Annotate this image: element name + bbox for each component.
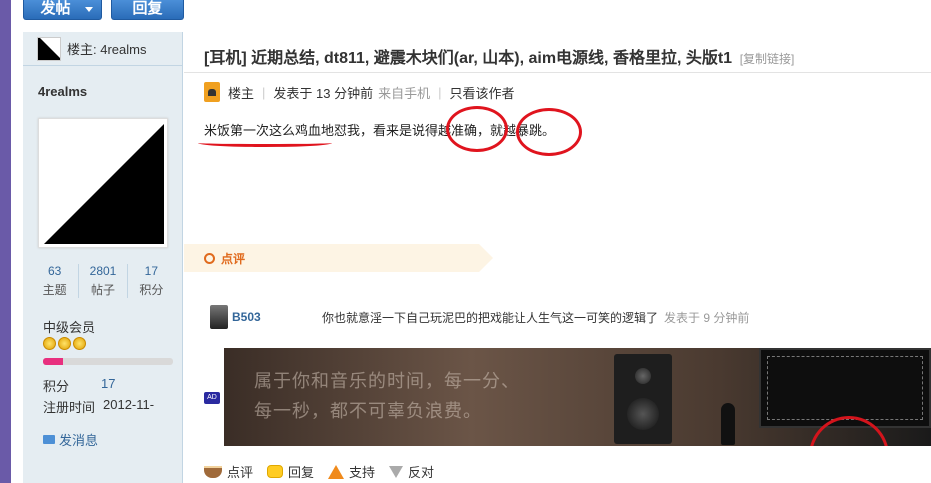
support-action-label: 支持 — [349, 465, 376, 480]
oppose-action[interactable]: 反对 — [389, 462, 434, 481]
op-tag: 楼主 — [228, 85, 255, 101]
op-label: 楼主: 4realms — [67, 42, 147, 57]
points-label: 积分 — [43, 379, 70, 394]
post-source: 来自手机 — [378, 85, 431, 101]
author-sidebar: 楼主: 4realms 4realms 63 主题 2801 帖子 17 积分 … — [23, 32, 183, 483]
star-icon — [58, 337, 71, 350]
post-meta: 楼主 | 发表于 13 分钟前 来自手机 | 只看该作者 — [204, 82, 515, 102]
comment-text: 你也就意淫一下自己玩泥巴的把戏能让人生气这一可笑的逻辑了 — [322, 310, 659, 325]
points-row: 积分 17 — [43, 376, 115, 395]
comment-action-label: 点评 — [227, 465, 254, 480]
stat-label: 主题 — [42, 283, 67, 297]
thumbs-down-arrow-icon — [389, 465, 404, 478]
stat-posts[interactable]: 2801 帖子 — [78, 264, 126, 298]
banner-text: 属于你和音乐的时间，每一分、 每一秒，都不可辜负浪费。 — [254, 366, 520, 426]
new-post-button[interactable]: 发帖 — [23, 0, 102, 20]
register-value: 2012-11- — [103, 397, 155, 412]
red-circle-annotation — [446, 106, 508, 152]
level-progress-bar — [43, 358, 173, 365]
post-title-row: [耳机] 近期总结, dt811, 避震木块们(ar, 山本), aim电源线,… — [204, 44, 794, 68]
divider: | — [262, 84, 266, 100]
comments-header: 点评 — [184, 244, 493, 272]
avatar[interactable] — [38, 118, 168, 248]
support-action[interactable]: 支持 — [328, 462, 375, 481]
copy-link[interactable]: [复制链接] — [740, 52, 795, 66]
comment-action[interactable]: 点评 — [204, 462, 253, 481]
comment-time: 发表于 9 分钟前 — [664, 310, 750, 325]
figurine-image — [721, 403, 735, 445]
star-icon — [73, 337, 86, 350]
star-icon — [43, 337, 56, 350]
register-row: 注册时间 2012-11- — [43, 397, 154, 416]
send-message-label: 发消息 — [59, 433, 99, 448]
speaker-image — [614, 354, 672, 444]
divider: | — [438, 84, 442, 100]
divider — [184, 72, 931, 73]
stat-points[interactable]: 17 积分 — [126, 264, 175, 298]
banner-line-1: 属于你和音乐的时间，每一分、 — [254, 371, 520, 391]
reply-action[interactable]: 回复 — [267, 462, 314, 481]
speech-bubble-icon — [267, 465, 284, 478]
stat-topics[interactable]: 63 主题 — [31, 264, 78, 298]
post-title: [耳机] 近期总结, dt811, 避震木块们(ar, 山本), aim电源线,… — [204, 50, 733, 67]
stat-label: 积分 — [139, 283, 164, 297]
send-message-link[interactable]: 发消息 — [43, 430, 98, 449]
post-main: [耳机] 近期总结, dt811, 避震木块们(ar, 山本), aim电源线,… — [184, 32, 931, 483]
level-progress-fill — [43, 358, 63, 365]
ad-badge: AD — [204, 392, 220, 404]
comment-item: B503 你也就意淫一下自己玩泥巴的把戏能让人生气这一可笑的逻辑了 发表于 9 … — [210, 305, 910, 329]
banner-line-2: 每一秒，都不可辜负浪费。 — [254, 401, 482, 421]
stat-label: 帖子 — [90, 283, 115, 297]
left-edge-strip — [0, 0, 11, 483]
author-username[interactable]: 4realms — [38, 84, 87, 99]
reply-action-label: 回复 — [288, 465, 315, 480]
red-underline-annotation — [198, 139, 332, 147]
rank-stars — [43, 337, 86, 350]
points-value: 17 — [101, 376, 116, 391]
chevron-down-icon[interactable] — [85, 7, 93, 12]
comment-user[interactable]: B503 — [232, 310, 322, 324]
op-mini-avatar[interactable] — [37, 36, 61, 61]
ad-banner[interactable]: 属于你和音乐的时间，每一分、 每一秒，都不可辜负浪费。 — [224, 348, 931, 446]
thumbs-up-arrow-icon — [328, 464, 345, 479]
stat-value: 63 — [47, 264, 62, 278]
mail-icon — [43, 435, 55, 444]
mobile-user-icon — [204, 82, 220, 102]
oppose-action-label: 反对 — [408, 465, 435, 480]
op-header: 楼主: 4realms — [23, 32, 182, 66]
register-label: 注册时间 — [43, 400, 96, 415]
author-stats: 63 主题 2801 帖子 17 积分 — [31, 264, 175, 298]
new-post-label: 发帖 — [40, 0, 71, 17]
only-author-link[interactable]: 只看该作者 — [450, 83, 515, 102]
stat-value: 2801 — [89, 264, 117, 278]
coffee-cup-icon — [204, 465, 222, 478]
post-time: 发表于 13 分钟前 — [273, 85, 374, 101]
post-actions: 点评 回复 支持 反对 — [204, 462, 434, 481]
avatar[interactable] — [210, 305, 228, 329]
reply-button[interactable]: 回复 — [111, 0, 184, 20]
stat-value: 17 — [144, 264, 158, 278]
user-rank: 中级会员 — [43, 320, 96, 335]
comment-ring-icon — [204, 252, 215, 264]
red-circle-annotation — [516, 108, 582, 156]
comments-header-label: 点评 — [221, 251, 246, 266]
